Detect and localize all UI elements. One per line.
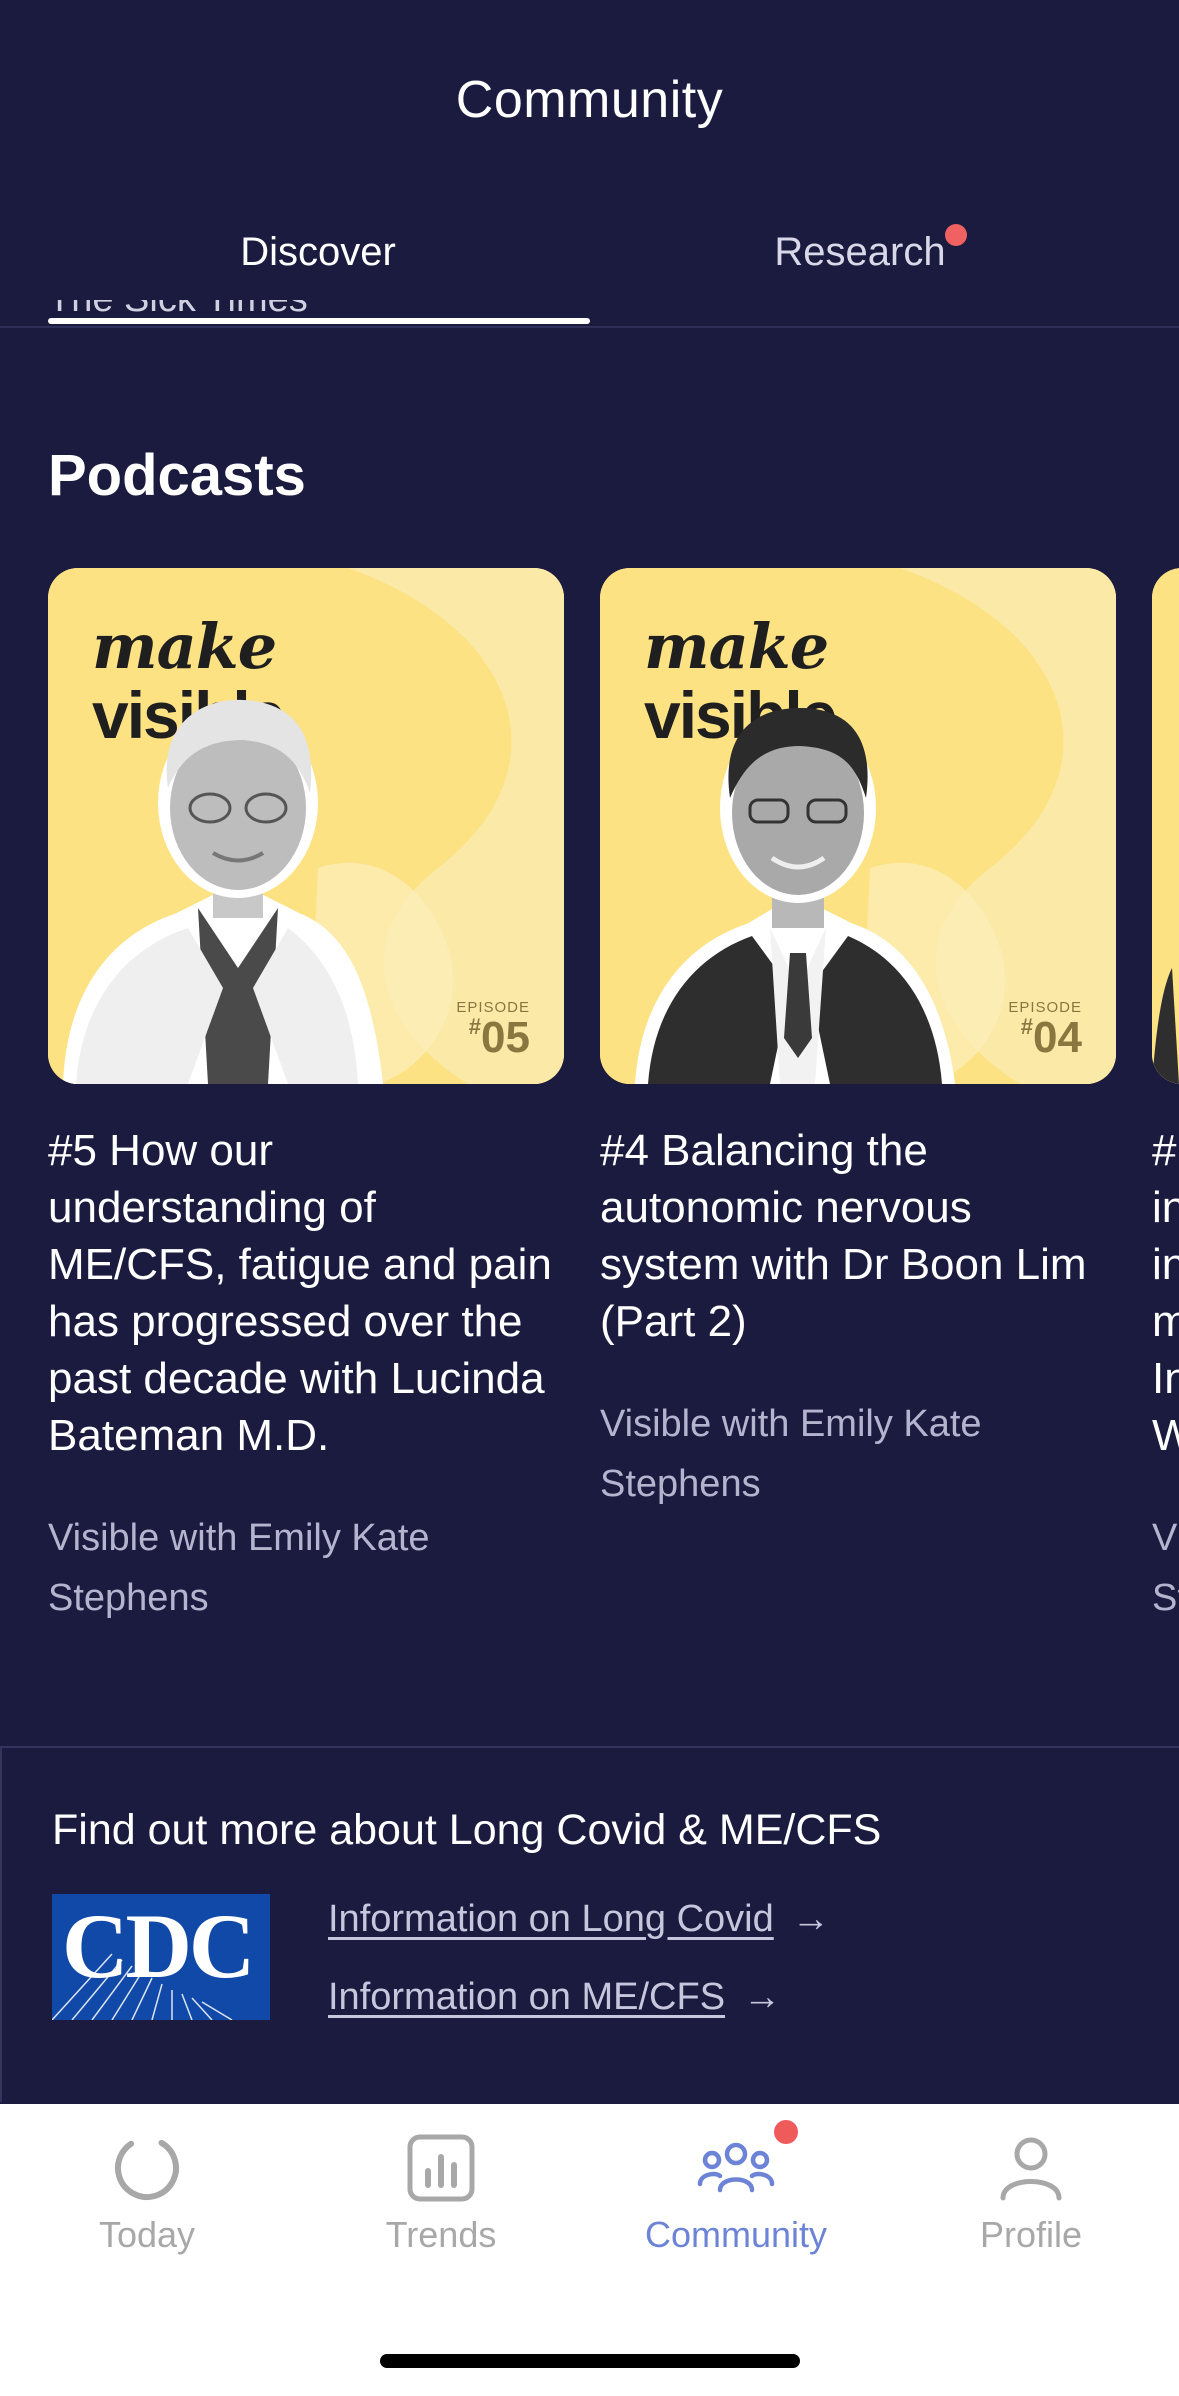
episode-badge: EPISODE #04	[1008, 999, 1082, 1062]
hash-mark: #	[468, 1014, 482, 1039]
mecfs-info-link[interactable]: Information on ME/CFS →	[328, 1976, 781, 2019]
hash-mark: #	[1020, 1014, 1034, 1039]
podcast-title[interactable]: #4 Balancing the autonomic nervous syste…	[600, 1122, 1116, 1350]
scrolled-item-title: The Sick Times	[48, 300, 308, 340]
podcasts-section-title: Podcasts	[48, 443, 306, 508]
community-notification-dot	[774, 2120, 798, 2144]
info-section-title: Find out more about Long Covid & ME/CFS	[52, 1806, 882, 1854]
tab-discover[interactable]: Discover	[48, 230, 588, 275]
cdc-logo: CDC	[52, 1894, 270, 2020]
podcast-author: V St	[1152, 1517, 1179, 1619]
info-section: Find out more about Long Covid & ME/CFS …	[0, 1746, 1179, 2102]
nav-profile[interactable]: Profile	[884, 2132, 1178, 2256]
podcast-card[interactable]: # in in m In W V St	[1152, 568, 1179, 1628]
podcast-cover-art[interactable]	[1152, 568, 1179, 1084]
podcast-author: Visible with Emily Kate Stephens	[48, 1517, 430, 1619]
podcast-title[interactable]: #5 How our understanding of ME/CFS, fati…	[48, 1122, 564, 1464]
page-title: Community	[455, 71, 724, 129]
podcast-card[interactable]: make visible.	[48, 568, 564, 1628]
today-ring-icon	[115, 2135, 179, 2200]
nav-today[interactable]: Today	[0, 2132, 294, 2256]
research-notification-dot	[945, 224, 967, 246]
episode-badge: EPISODE #05	[456, 999, 530, 1062]
nav-trends[interactable]: Trends	[294, 2132, 588, 2256]
arrow-right-icon: →	[743, 1976, 782, 2018]
long-covid-info-link[interactable]: Information on Long Covid →	[328, 1898, 830, 1941]
community-screen: Community Discover Research The Sick Tim…	[0, 0, 1179, 2396]
podcast-title[interactable]: # in in m In W	[1152, 1122, 1179, 1464]
podcast-cover-art[interactable]: make visible.	[48, 568, 564, 1084]
podcast-card[interactable]: make visible.	[600, 568, 1116, 1514]
home-indicator[interactable]	[380, 2354, 800, 2368]
arrow-right-icon: →	[791, 1898, 830, 1940]
podcast-carousel[interactable]: make visible.	[0, 568, 1179, 1668]
podcast-cover-art[interactable]: make visible.	[600, 568, 1116, 1084]
podcast-author: Visible with Emily Kate Stephens	[600, 1403, 982, 1505]
profile-person-icon	[1000, 2137, 1062, 2201]
cover-background-shape	[1152, 568, 1179, 1084]
nav-community[interactable]: Community	[589, 2132, 883, 2256]
community-people-icon	[697, 2142, 775, 2193]
tab-research[interactable]: Research	[590, 230, 1130, 275]
bottom-navigation-bar: Today Trends Community Profile	[0, 2104, 1179, 2396]
trends-chart-icon	[407, 2134, 475, 2202]
